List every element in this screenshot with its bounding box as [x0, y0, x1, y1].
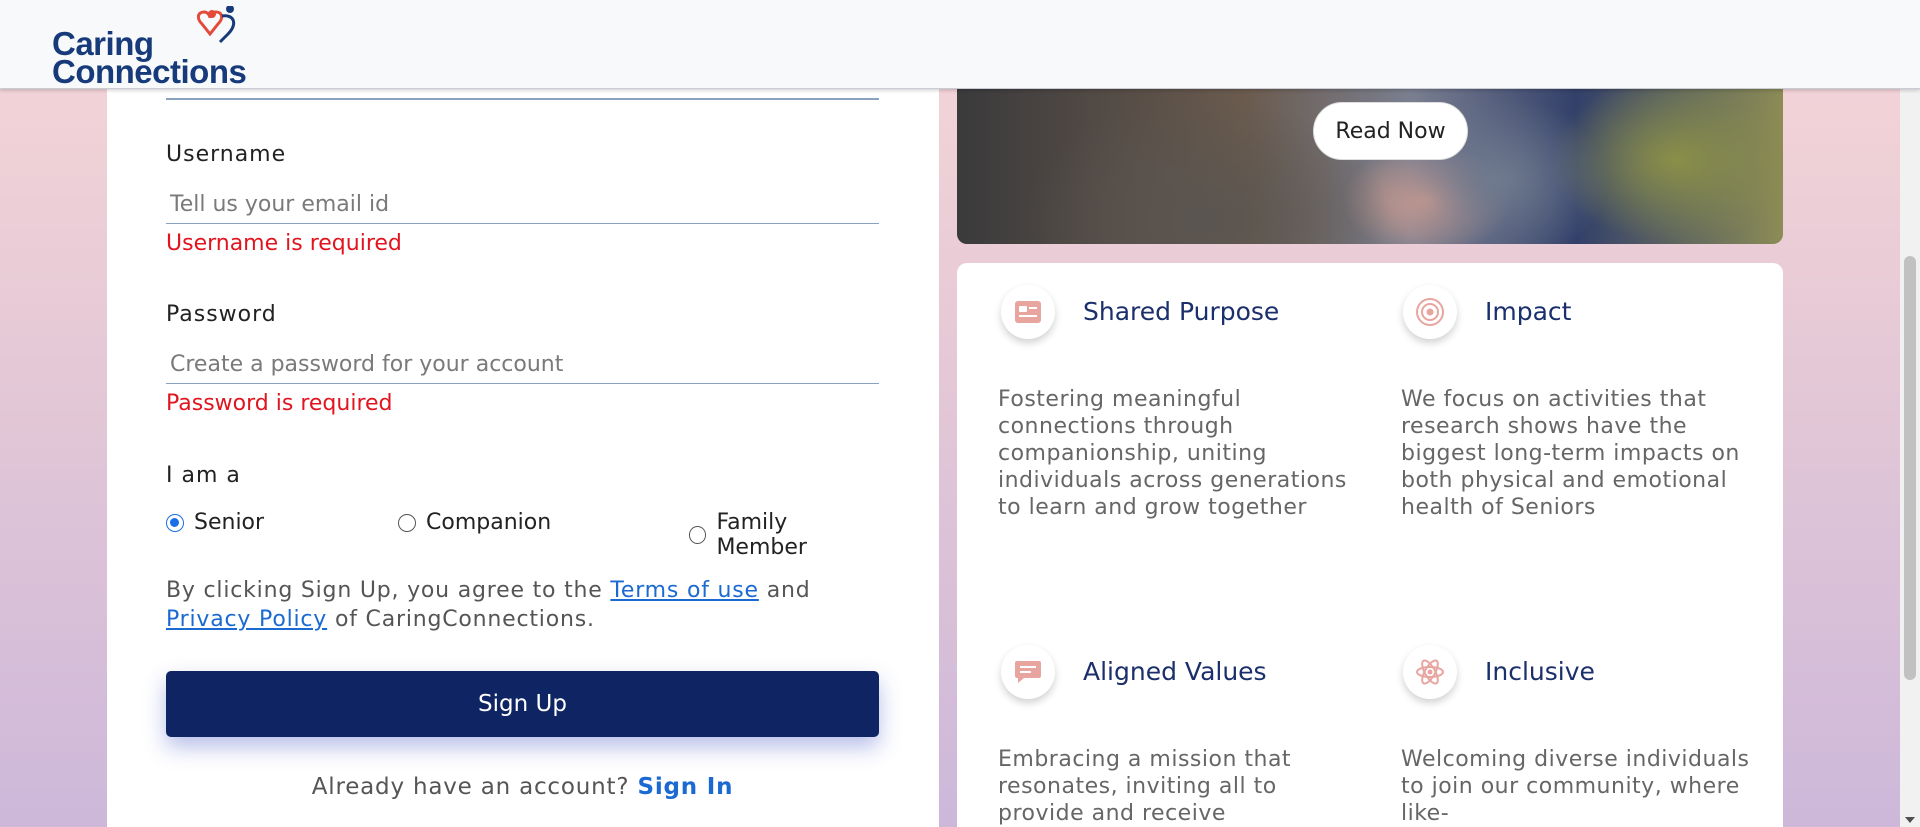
logo-text-line2: Connections: [52, 53, 247, 90]
terms-prefix: By clicking Sign Up, you agree to the: [166, 578, 603, 603]
feature-title-inclusive: Inclusive: [1485, 657, 1595, 686]
id-card-icon: [1001, 285, 1055, 339]
radio-companion[interactable]: Companion: [398, 510, 551, 535]
target-icon: [1403, 285, 1457, 339]
terms-and: and: [766, 578, 811, 603]
feature-desc-impact: We focus on activities that research sho…: [1401, 387, 1740, 520]
feature-title-aligned-values: Aligned Values: [1083, 657, 1267, 686]
feature-desc-aligned-values: Embracing a mission that resonates, invi…: [998, 747, 1292, 826]
username-field[interactable]: [166, 186, 879, 224]
feature-desc-inclusive: Welcoming diverse individuals to join ou…: [1401, 747, 1750, 826]
radio-senior[interactable]: Senior: [166, 510, 264, 535]
previous-field-underline: [166, 98, 879, 100]
feature-title-shared-purpose: Shared Purpose: [1083, 297, 1280, 326]
role-radio-group: Senior Companion Family Member: [166, 510, 879, 560]
caring-connections-logo[interactable]: Caring Connections: [52, 6, 247, 88]
scroll-down-arrow-icon[interactable]: [1905, 817, 1915, 823]
radio-family-member[interactable]: Family Member: [689, 510, 879, 560]
feature-title-impact: Impact: [1485, 297, 1572, 326]
heart-logo-icon: [196, 6, 236, 44]
username-input[interactable]: [166, 186, 879, 223]
privacy-policy-link[interactable]: Privacy Policy: [166, 607, 327, 632]
role-label: I am a: [166, 463, 241, 488]
page-scrollbar[interactable]: [1900, 89, 1920, 827]
radio-senior-indicator[interactable]: [166, 513, 184, 532]
sign-in-row: Already have an account? Sign In: [166, 774, 879, 800]
password-label: Password: [166, 302, 277, 327]
atom-icon: [1403, 645, 1457, 699]
radio-family-member-label: Family Member: [716, 510, 807, 560]
terms-suffix: of CaringConnections.: [334, 607, 595, 632]
username-label: Username: [166, 142, 287, 167]
password-input[interactable]: [166, 346, 879, 383]
site-header: Caring Connections: [0, 0, 1920, 89]
read-now-button[interactable]: Read Now: [1313, 102, 1468, 160]
password-error: Password is required: [166, 391, 393, 416]
scrollbar-thumb[interactable]: [1904, 256, 1916, 680]
radio-family-member-indicator[interactable]: [689, 526, 707, 544]
sign-in-link[interactable]: Sign In: [637, 774, 733, 800]
terms-text: By clicking Sign Up, you agree to the Te…: [166, 576, 879, 634]
chat-icon: [1001, 645, 1055, 699]
password-field[interactable]: [166, 346, 879, 384]
sign-in-prompt: Already have an account?: [311, 774, 630, 800]
radio-companion-indicator[interactable]: [398, 513, 416, 532]
features-card: [957, 263, 1783, 827]
feature-desc-shared-purpose: Fostering meaningful connections through…: [998, 387, 1347, 520]
username-error: Username is required: [166, 231, 402, 256]
sign-up-button[interactable]: Sign Up: [166, 671, 879, 737]
radio-companion-label: Companion: [426, 510, 552, 535]
terms-of-use-link[interactable]: Terms of use: [610, 578, 759, 603]
radio-senior-label: Senior: [194, 510, 265, 535]
